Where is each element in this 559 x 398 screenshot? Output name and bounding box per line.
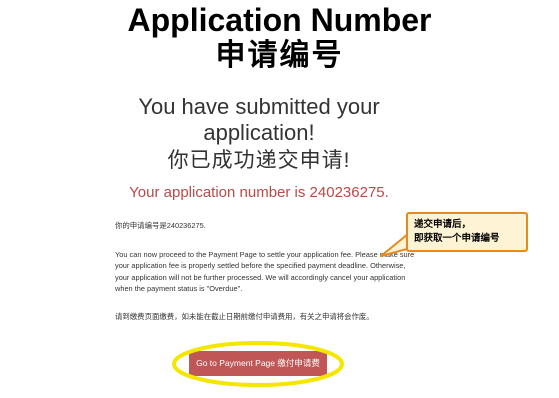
callout-pointer bbox=[380, 233, 419, 257]
go-to-payment-button[interactable]: Go to Payment Page 缴付申请费 bbox=[189, 351, 327, 376]
annotation-callout: 递交申请后， 即获取一个申请编号 bbox=[406, 212, 528, 252]
callout-line-2: 即获取一个申请编号 bbox=[414, 233, 500, 244]
callout-line-1: 递交申请后， bbox=[414, 219, 472, 230]
